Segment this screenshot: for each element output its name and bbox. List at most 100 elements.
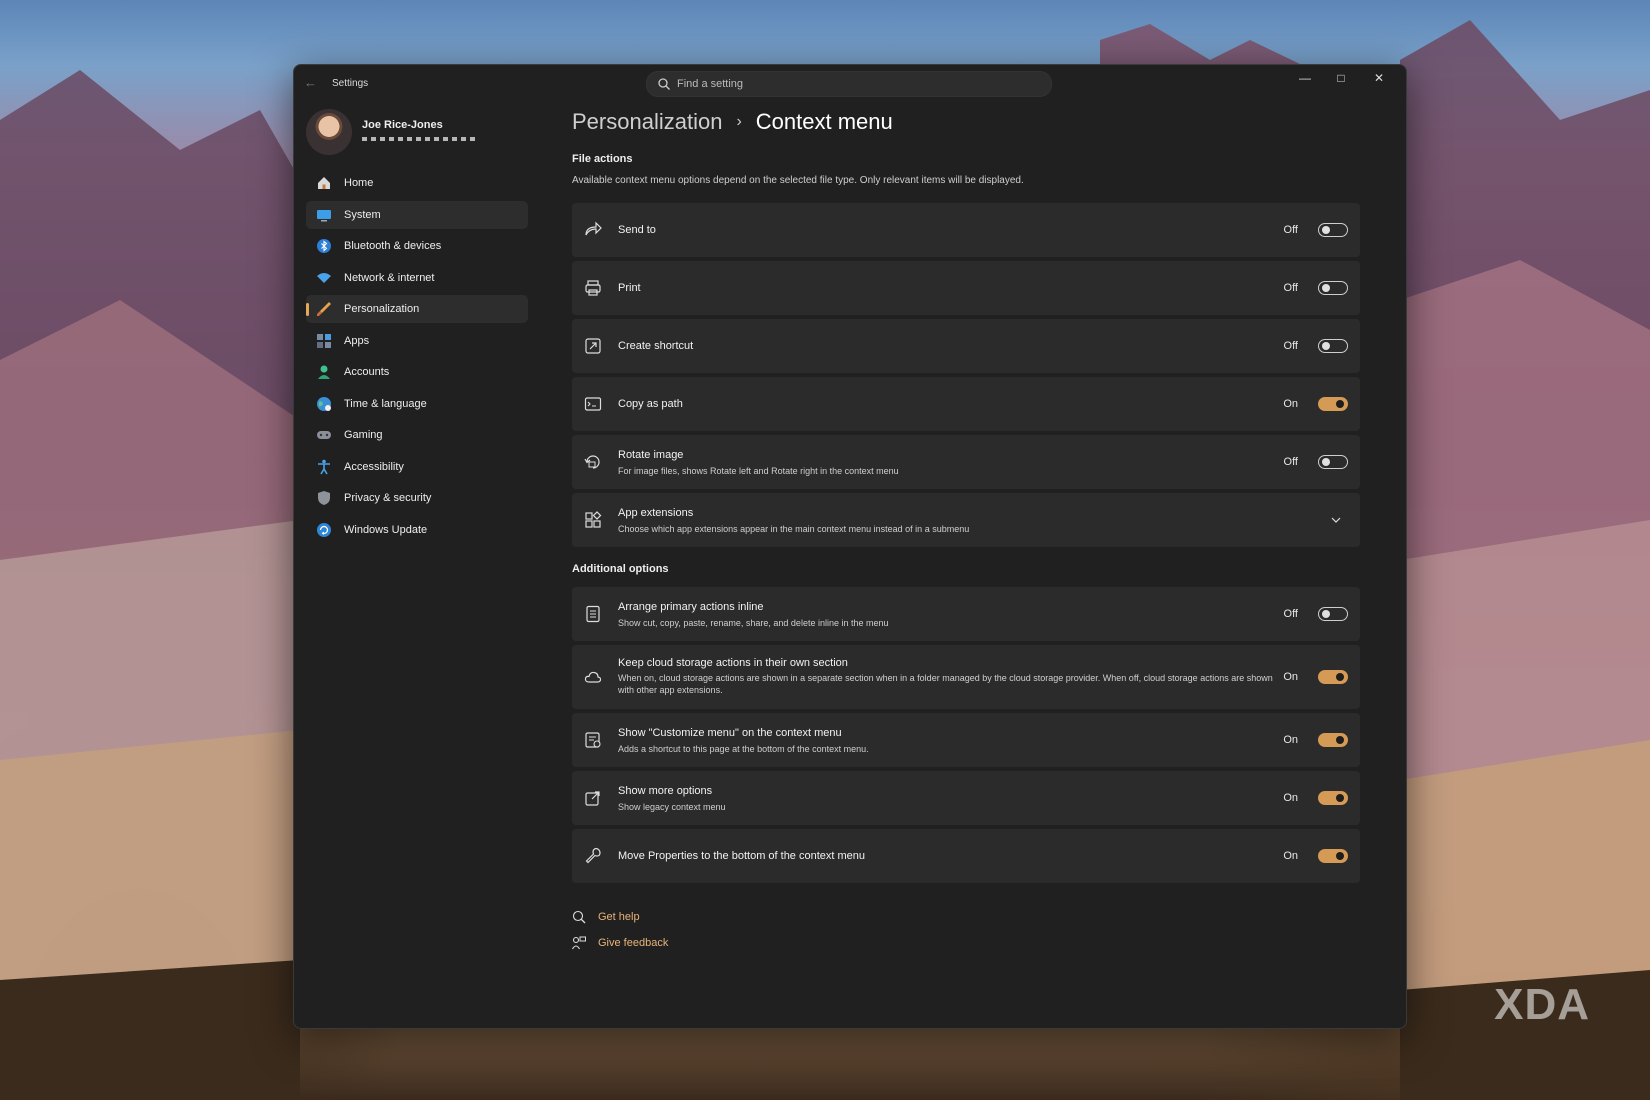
setting-title: Print bbox=[618, 282, 641, 294]
give-feedback-link[interactable]: Give feedback bbox=[598, 937, 668, 949]
customize-icon bbox=[585, 732, 601, 748]
feedback-icon bbox=[572, 936, 586, 950]
setting-row-arrange-inline[interactable]: Arrange primary actions inline Show cut,… bbox=[572, 587, 1360, 641]
close-icon[interactable]: ✕ bbox=[1362, 67, 1396, 89]
toggle-state-label: On bbox=[1283, 734, 1298, 746]
app-title: Settings bbox=[332, 78, 369, 89]
user-name: Joe Rice-Jones bbox=[362, 119, 443, 131]
sidebar-item-apps[interactable]: Apps bbox=[306, 327, 528, 355]
printer-icon bbox=[585, 280, 601, 296]
toggle-switch[interactable] bbox=[1318, 670, 1348, 684]
toggle-state-label: Off bbox=[1283, 608, 1298, 620]
active-indicator bbox=[306, 303, 309, 316]
sidebar-item-label: Network & internet bbox=[344, 271, 435, 284]
globe-icon bbox=[317, 396, 331, 411]
page-title: Context menu bbox=[755, 109, 893, 134]
path-icon bbox=[584, 397, 602, 411]
back-arrow-icon[interactable]: ← bbox=[304, 76, 318, 90]
title-bar: ← Settings — □ ✕ bbox=[294, 65, 1406, 101]
maximize-icon[interactable]: □ bbox=[1324, 67, 1358, 89]
sidebar-item-accounts[interactable]: Accounts bbox=[306, 358, 528, 386]
settings-window: ← Settings — □ ✕ Joe Rice-Jones Home Sys… bbox=[293, 64, 1407, 1029]
toggle-state-label: Off bbox=[1283, 340, 1298, 352]
sidebar-item-accessibility[interactable]: Accessibility bbox=[306, 453, 528, 481]
toggle-state-label: On bbox=[1283, 671, 1298, 683]
toggle-switch[interactable] bbox=[1318, 791, 1348, 805]
list-icon bbox=[586, 605, 600, 623]
setting-subtitle: Adds a shortcut to this page at the bott… bbox=[618, 744, 869, 754]
minimize-icon[interactable]: — bbox=[1288, 67, 1322, 89]
sidebar-item-label: Personalization bbox=[344, 303, 420, 315]
sidebar-item-label: Gaming bbox=[344, 429, 383, 441]
main-content: Personalization › Context menu File action… bbox=[572, 101, 1406, 1028]
user-profile[interactable]: Joe Rice-Jones bbox=[306, 109, 536, 159]
sidebar-item-label: Privacy & security bbox=[344, 492, 432, 504]
toggle-state-label: Off bbox=[1283, 224, 1298, 236]
setting-row-send-to[interactable]: Send to Off bbox=[572, 203, 1360, 257]
sidebar-item-gaming[interactable]: Gaming bbox=[306, 421, 528, 449]
sidebar-item-privacy[interactable]: Privacy & security bbox=[306, 484, 528, 512]
section-description: Available context menu options depend on… bbox=[572, 175, 1024, 186]
sidebar-item-label: Accessibility bbox=[344, 460, 404, 473]
setting-title: Send to bbox=[618, 224, 656, 236]
setting-row-move-properties[interactable]: Move Properties to the bottom of the con… bbox=[572, 829, 1360, 883]
toggle-switch[interactable] bbox=[1318, 397, 1348, 411]
sidebar-item-bluetooth[interactable]: Bluetooth & devices bbox=[306, 232, 528, 260]
setting-subtitle: Show cut, copy, paste, rename, share, an… bbox=[618, 618, 889, 628]
setting-row-copy-as-path[interactable]: Copy as path On bbox=[572, 377, 1360, 431]
setting-title: Move Properties to the bottom of the con… bbox=[618, 850, 866, 862]
setting-row-rotate-image[interactable]: Rotate image For image files, shows Rota… bbox=[572, 435, 1360, 489]
sidebar-item-windows-update[interactable]: Windows Update bbox=[306, 516, 528, 544]
toggle-switch[interactable] bbox=[1318, 849, 1348, 863]
toggle-state-label: Off bbox=[1283, 456, 1298, 468]
breadcrumb: Personalization › Context menu bbox=[572, 109, 893, 135]
home-icon bbox=[318, 177, 330, 189]
toggle-switch[interactable] bbox=[1318, 733, 1348, 747]
toggle-state-label: Off bbox=[1283, 282, 1298, 294]
setting-title: Show "Customize menu" on the context men… bbox=[618, 727, 842, 739]
setting-title: Show more options bbox=[618, 785, 713, 797]
rotate-icon bbox=[584, 455, 600, 469]
shield-icon bbox=[318, 491, 330, 505]
sidebar-item-label: Accounts bbox=[344, 366, 390, 378]
breadcrumb-parent[interactable]: Personalization bbox=[572, 109, 722, 134]
toggle-switch[interactable] bbox=[1318, 281, 1348, 295]
sidebar-nav: Home System Bluetooth & devices Network … bbox=[306, 169, 528, 547]
sidebar-item-label: System bbox=[344, 208, 381, 221]
wifi-icon bbox=[317, 272, 331, 283]
search-box[interactable] bbox=[646, 71, 1052, 97]
get-help-link[interactable]: Get help bbox=[598, 911, 640, 923]
sidebar-item-label: Apps bbox=[344, 334, 370, 347]
gamepad-icon bbox=[317, 431, 331, 439]
setting-row-customize-menu[interactable]: Show "Customize menu" on the context men… bbox=[572, 713, 1360, 767]
search-input[interactable] bbox=[677, 72, 1037, 96]
more-options-icon bbox=[585, 791, 600, 806]
shortcut-icon bbox=[585, 338, 601, 354]
setting-row-print[interactable]: Print Off bbox=[572, 261, 1360, 315]
sidebar-item-system[interactable]: System bbox=[306, 200, 528, 229]
toggle-state-label: On bbox=[1283, 398, 1298, 410]
toggle-switch[interactable] bbox=[1318, 223, 1348, 237]
toggle-switch[interactable] bbox=[1318, 607, 1348, 621]
sidebar-item-time-language[interactable]: Time & language bbox=[306, 390, 528, 418]
user-email-redacted bbox=[362, 137, 476, 141]
chevron-down-icon[interactable] bbox=[1330, 514, 1342, 526]
section-heading-additional-options: Additional options bbox=[572, 563, 669, 575]
setting-row-show-more-options[interactable]: Show more options Show legacy context me… bbox=[572, 771, 1360, 825]
setting-title: Create shortcut bbox=[618, 340, 694, 352]
sidebar-item-network[interactable]: Network & internet bbox=[306, 264, 528, 292]
setting-row-cloud-storage[interactable]: Keep cloud storage actions in their own … bbox=[572, 645, 1360, 709]
sidebar-item-label: Home bbox=[344, 177, 374, 189]
sidebar-item-personalization[interactable]: Personalization bbox=[306, 295, 528, 323]
help-icon bbox=[572, 910, 586, 924]
setting-row-create-shortcut[interactable]: Create shortcut Off bbox=[572, 319, 1360, 373]
toggle-switch[interactable] bbox=[1318, 339, 1348, 353]
apps-icon bbox=[317, 333, 331, 348]
system-icon bbox=[317, 209, 331, 221]
setting-title: App extensions bbox=[618, 507, 694, 519]
sidebar-item-home[interactable]: Home bbox=[306, 169, 528, 197]
extensions-icon bbox=[585, 511, 602, 528]
wrench-icon bbox=[585, 847, 601, 864]
toggle-switch[interactable] bbox=[1318, 455, 1348, 469]
setting-row-app-extensions[interactable]: App extensions Choose which app extensio… bbox=[572, 493, 1360, 547]
